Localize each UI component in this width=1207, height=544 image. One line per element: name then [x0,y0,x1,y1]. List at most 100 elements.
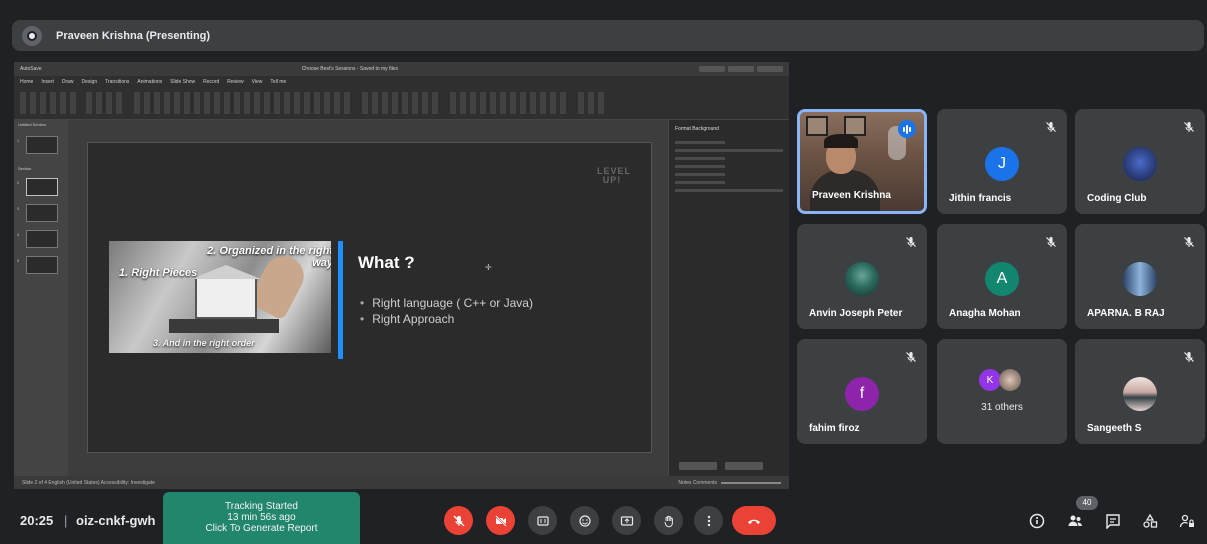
separator: | [64,513,68,528]
mic-off-icon [1184,122,1194,132]
ppt-menu-item: Review [227,79,244,85]
ppt-statusbar: Slide 2 of 4 English (United States) Acc… [14,476,789,489]
participant-name: Anagha Mohan [949,308,1021,319]
participant-avatar: A [985,262,1019,296]
participant-name: Sangeeth S [1087,423,1142,434]
participant-name: APARNA. B RAJ [1087,308,1165,319]
participant-name: Praveen Krishna [812,190,891,201]
tracking-line-2: 13 min 56s ago [227,512,296,523]
leave-call-button[interactable] [732,506,776,535]
participant-count-badge: 40 [1076,496,1098,510]
others-avatar-image [999,369,1021,391]
thumb-number: 1 [17,138,20,143]
host-controls-button[interactable] [1177,511,1197,531]
ppt-menu-item: Home [20,79,34,85]
participant-tile-praveen[interactable]: Praveen Krishna [797,109,927,214]
ppt-doc-title: Choose Best's Sessions - Saved to my fil… [301,66,398,72]
ppt-body: Untitled Section Section 1 2 3 4 5 LEVEL… [14,120,789,476]
participant-name: Anvin Joseph Peter [809,308,903,319]
format-pane-title: Format Background [675,126,719,132]
participant-tile-anagha[interactable]: A Anagha Mohan [937,224,1067,329]
chat-icon [1106,514,1120,529]
slide-bullet: Right Approach [360,311,533,327]
mic-off-icon [453,515,464,526]
participant-tile-fahim[interactable]: f fahim firoz [797,339,927,444]
tracking-line-3: Click To Generate Report [205,523,318,534]
slide-thumbnail [26,136,58,154]
participant-tile-coding-club[interactable]: Coding Club [1075,109,1205,214]
image-caption-2: 2. Organized in the right way [207,245,331,269]
reset-background-button [725,462,763,470]
raise-hand-button[interactable] [654,506,683,535]
participant-tile-aparna[interactable]: APARNA. B RAJ [1075,224,1205,329]
lock-person-icon [1179,514,1194,528]
participant-tile-sangeeth[interactable]: Sangeeth S [1075,339,1205,444]
mouse-cursor-icon: ✛ [485,263,492,272]
participant-avatar: J [985,147,1019,181]
autosave-label: AutoSave [20,66,42,72]
presenter-avatar [22,25,42,46]
format-background-pane: Format Background [668,120,789,476]
present-icon [620,515,633,526]
reactions-button[interactable] [570,506,599,535]
speaking-indicator-icon [898,120,916,138]
ppt-status-right: Notes Comments [678,479,717,486]
slide-heading: What ? [358,253,415,272]
activities-button[interactable] [1140,511,1160,531]
slide-image-lego-building: 1. Right Pieces 2. Organized in the righ… [109,241,331,353]
participant-avatar-image [1123,147,1157,181]
mic-off-icon [906,237,916,247]
participant-name: Jithin francis [949,193,1012,204]
mic-off-icon [1184,352,1194,362]
tracking-report-button[interactable]: Tracking Started 13 min 56s ago Click To… [163,492,360,544]
ppt-menu-item: Slide Show [170,79,196,85]
ppt-menubar: Home Insert Draw Design Transitions Anim… [14,76,789,88]
thumb-section-label: Section [18,166,32,171]
participant-tile-jithin[interactable]: J Jithin francis [937,109,1067,214]
mic-off-icon [1184,237,1194,247]
more-vert-icon [707,515,710,526]
ppt-menu-item: Draw [61,79,74,85]
slide-thumbnail [26,230,58,248]
ppt-menu-item: View [251,79,263,85]
slide-editing-area: LEVEL UP! 1. Right Pieces 2. Organized i… [68,120,668,476]
ppt-ribbon [14,88,789,120]
participant-tile-anvin[interactable]: Anvin Joseph Peter [797,224,927,329]
slide-logo: LEVEL UP! [597,166,632,185]
participant-avatar-image [1123,262,1157,296]
thumb-number: 3 [17,206,20,211]
activities-icon [1143,513,1158,528]
clock: 20:25 [20,513,54,528]
present-screen-button[interactable] [612,506,641,535]
people-icon [1068,515,1082,526]
participant-name: fahim firoz [809,423,860,434]
ppt-window-buttons [699,66,783,72]
ppt-menu-item: Insert [41,79,54,85]
info-icon [1029,513,1045,529]
camera-toggle-button[interactable] [486,506,515,535]
thumb-number: 4 [17,232,20,237]
ppt-menu-item: Transitions [105,79,130,85]
others-count: 31 others [981,402,1023,413]
ppt-menu-item: Tell me [270,79,287,85]
mic-off-icon [1046,122,1056,132]
slide-accent-bar [338,241,343,359]
chat-button[interactable] [1103,511,1123,531]
slide-bullet: Right language ( C++ or Java) [360,295,533,311]
meeting-details-button[interactable] [1027,511,1047,531]
captions-button[interactable] [528,506,557,535]
mic-toggle-button[interactable] [444,506,473,535]
meet-window: Praveen Krishna (Presenting) AutoSave Ch… [0,0,1207,544]
mic-off-icon [906,352,916,362]
participant-avatar: f [845,377,879,411]
slide-thumbnails-pane: Untitled Section Section 1 2 3 4 5 [14,120,68,476]
ppt-menu-item: Animations [137,79,163,85]
apply-to-all-button [679,462,717,470]
participant-tile-others[interactable]: K 31 others [937,339,1067,444]
tracking-line-1: Tracking Started [225,501,298,512]
hang-up-icon [748,519,760,524]
slide-thumbnail-active [26,178,58,196]
more-options-button[interactable] [694,506,723,535]
people-button[interactable] [1065,511,1085,531]
emoji-icon [578,514,591,527]
